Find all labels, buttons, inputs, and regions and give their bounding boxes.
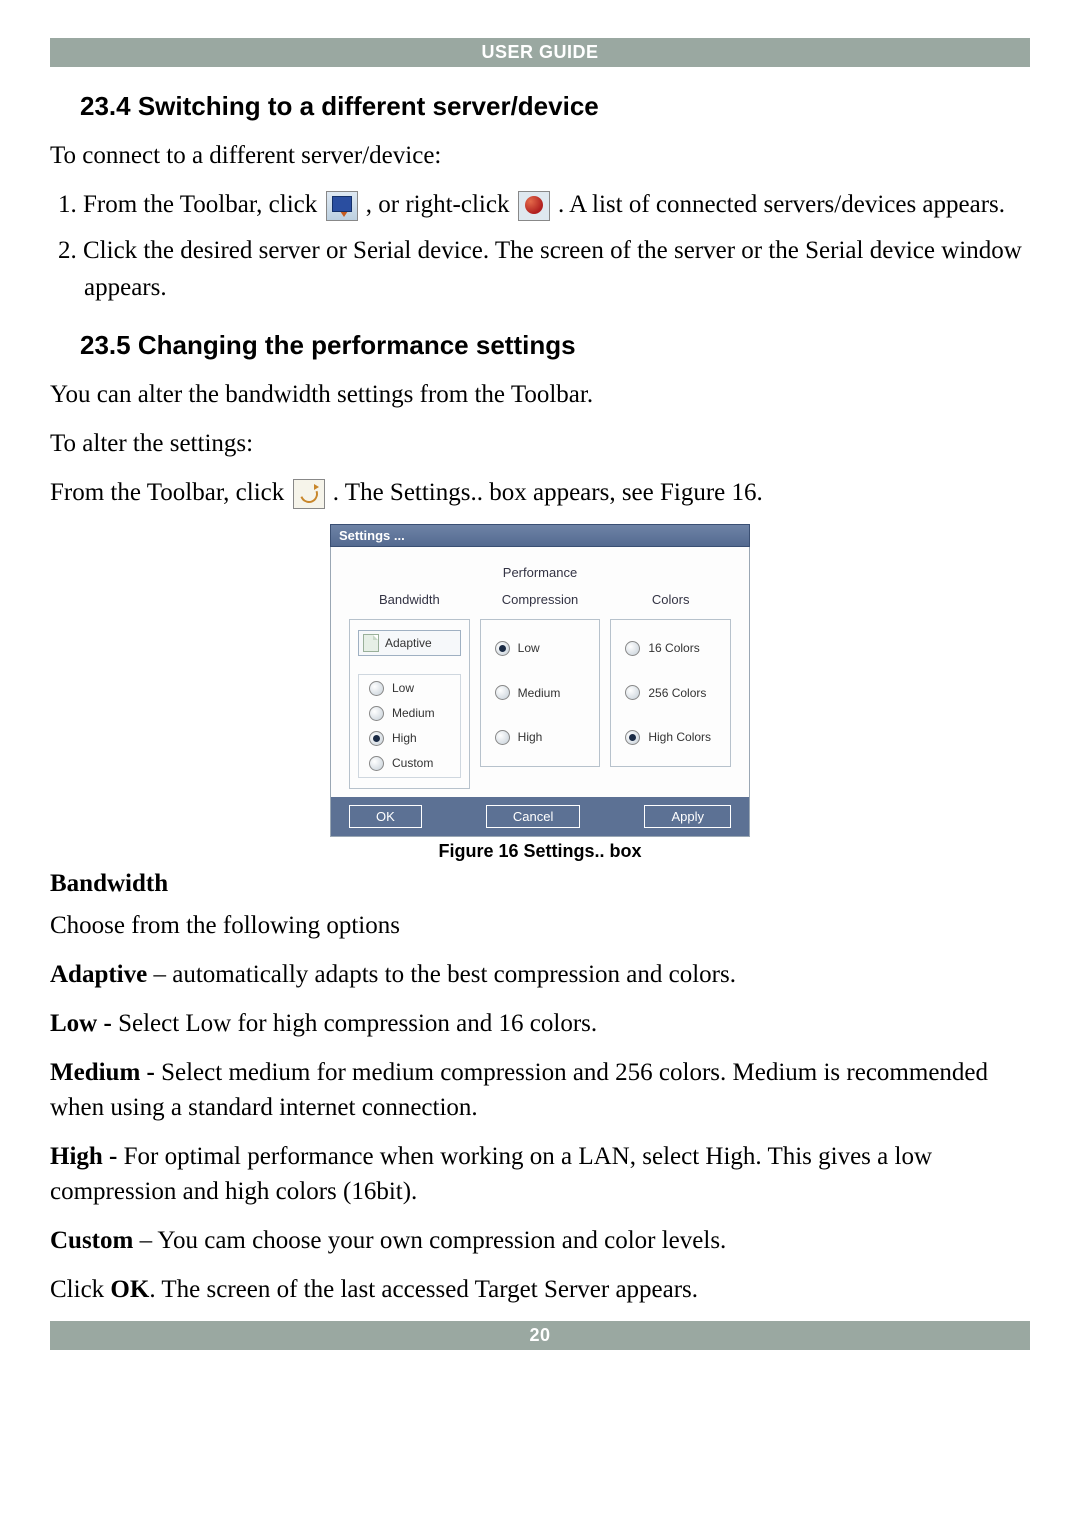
col-bandwidth-heading: Bandwidth — [349, 592, 470, 607]
colors-16-radio[interactable]: 16 Colors — [619, 641, 722, 656]
radio-icon — [495, 685, 510, 700]
bandwidth-medium-label: Medium — [392, 706, 435, 720]
bandwidth-low-desc: Low - Select Low for high compression an… — [50, 1006, 1030, 1041]
section-235-p3: From the Toolbar, click . The Settings..… — [50, 475, 1030, 510]
dialog-button-bar: OK Cancel Apply — [331, 797, 749, 836]
compression-low-label: Low — [518, 641, 540, 655]
dialog-body: Performance Bandwidth Adaptive — [330, 547, 750, 837]
dialog-tab-performance[interactable]: Performance — [349, 561, 731, 588]
header-title: USER GUIDE — [481, 42, 598, 62]
compression-medium-label: Medium — [518, 686, 561, 700]
ok-bold: OK — [110, 1276, 149, 1303]
col-colors-heading: Colors — [610, 592, 731, 607]
radio-icon — [495, 641, 510, 656]
high-label: High - — [50, 1143, 124, 1170]
colors-16-label: 16 Colors — [648, 641, 699, 655]
compression-high-label: High — [518, 730, 543, 744]
dialog-titlebar: Settings ... — [330, 524, 750, 547]
radio-icon — [369, 731, 384, 746]
bandwidth-medium-desc: Medium - Select medium for medium compre… — [50, 1055, 1030, 1125]
bandwidth-ok-desc: Click OK. The screen of the last accesse… — [50, 1272, 1030, 1307]
toolbar-server-icon — [326, 191, 358, 221]
medium-label: Medium - — [50, 1059, 161, 1086]
colors-high-label: High Colors — [648, 730, 711, 744]
compression-medium-radio[interactable]: Medium — [489, 685, 592, 700]
radio-icon — [625, 641, 640, 656]
apply-button[interactable]: Apply — [644, 805, 731, 828]
colors-high-radio[interactable]: High Colors — [619, 730, 722, 745]
dialog-col-colors: Colors 16 Colors 256 Colors — [610, 588, 731, 789]
custom-label: Custom — [50, 1227, 133, 1254]
medium-text: Select medium for medium compression and… — [50, 1059, 988, 1121]
radio-icon — [625, 730, 640, 745]
globe-icon — [518, 191, 550, 221]
bandwidth-medium-radio[interactable]: Medium — [363, 706, 456, 721]
radio-icon — [369, 706, 384, 721]
footer-bar: 20 — [50, 1321, 1030, 1350]
adaptive-label: Adaptive — [50, 961, 147, 988]
p3-text-a: From the Toolbar, click — [50, 479, 291, 506]
dialog-col-bandwidth: Bandwidth Adaptive Low — [349, 588, 470, 789]
section-234-intro: To connect to a different server/device: — [50, 138, 1030, 173]
document-icon — [363, 634, 379, 652]
radio-icon — [495, 730, 510, 745]
compression-low-radio[interactable]: Low — [489, 641, 592, 656]
ok-text-a: Click — [50, 1276, 110, 1303]
custom-text: – You cam choose your own compression an… — [133, 1227, 726, 1254]
col-compression-heading: Compression — [480, 592, 601, 607]
bandwidth-adaptive-desc: Adaptive – automatically adapts to the b… — [50, 957, 1030, 992]
radio-icon — [625, 685, 640, 700]
bandwidth-high-radio[interactable]: High — [363, 731, 456, 746]
bandwidth-high-desc: High - For optimal performance when work… — [50, 1139, 1030, 1209]
bandwidth-adaptive-button[interactable]: Adaptive — [358, 630, 461, 656]
adaptive-text: – automatically adapts to the best compr… — [147, 961, 736, 988]
ok-button[interactable]: OK — [349, 805, 422, 828]
ok-text-b: . The screen of the last accessed Target… — [149, 1276, 698, 1303]
step1-text-b: , or right-click — [366, 191, 516, 218]
colors-256-label: 256 Colors — [648, 686, 706, 700]
p3-text-b: . The Settings.. box appears, see Figure… — [333, 479, 763, 506]
cancel-button[interactable]: Cancel — [486, 805, 580, 828]
section-234-step1: 1. From the Toolbar, click , or right-cl… — [50, 187, 1030, 223]
settings-dialog-figure: Settings ... Performance Bandwidth Adapt… — [330, 524, 750, 837]
dialog-title: Settings ... — [339, 528, 405, 543]
bandwidth-custom-desc: Custom – You cam choose your own compres… — [50, 1223, 1030, 1258]
bandwidth-custom-radio[interactable]: Custom — [363, 756, 456, 771]
section-235-p1: You can alter the bandwidth settings fro… — [50, 377, 1030, 412]
section-234-step2: 2. Click the desired server or Serial de… — [50, 233, 1030, 306]
bandwidth-intro: Choose from the following options — [50, 908, 1030, 943]
dialog-col-compression: Compression Low Medium — [480, 588, 601, 789]
bandwidth-high-label: High — [392, 731, 417, 745]
settings-icon — [293, 479, 325, 509]
bandwidth-low-radio[interactable]: Low — [363, 681, 456, 696]
low-label: Low - — [50, 1010, 118, 1037]
bandwidth-low-label: Low — [392, 681, 414, 695]
bandwidth-heading: Bandwidth — [50, 870, 1030, 898]
figure-16-caption: Figure 16 Settings.. box — [50, 841, 1030, 862]
high-text: For optimal performance when working on … — [50, 1143, 932, 1205]
radio-icon — [369, 681, 384, 696]
step1-text-a: 1. From the Toolbar, click — [58, 191, 324, 218]
bandwidth-adaptive-label: Adaptive — [385, 636, 432, 650]
dialog-tab-area: Performance Bandwidth Adaptive — [331, 547, 749, 797]
bandwidth-custom-label: Custom — [392, 756, 433, 770]
radio-icon — [369, 756, 384, 771]
section-235-heading: 23.5 Changing the performance settings — [80, 330, 1030, 361]
header-bar: USER GUIDE — [50, 38, 1030, 67]
page-number: 20 — [529, 1325, 550, 1345]
section-235-p2: To alter the settings: — [50, 426, 1030, 461]
section-234-heading: 23.4 Switching to a different server/dev… — [80, 91, 1030, 122]
low-text: Select Low for high compression and 16 c… — [118, 1010, 597, 1037]
step1-text-c: . A list of connected servers/devices ap… — [558, 191, 1005, 218]
colors-256-radio[interactable]: 256 Colors — [619, 685, 722, 700]
compression-high-radio[interactable]: High — [489, 730, 592, 745]
